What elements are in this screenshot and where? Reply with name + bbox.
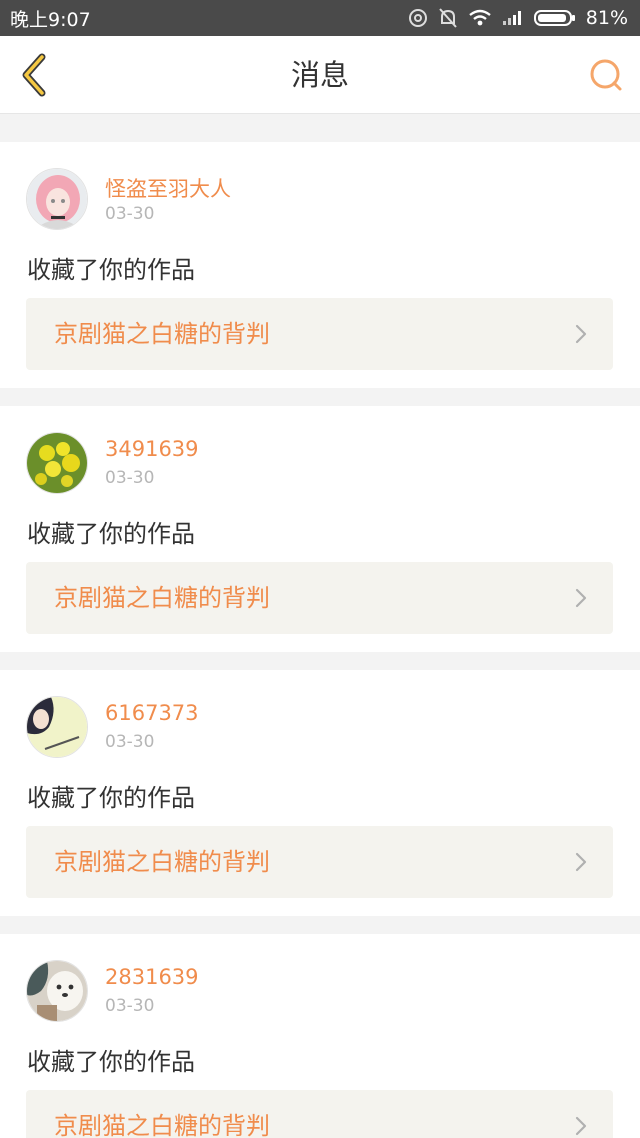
chevron-right-icon	[575, 1116, 587, 1136]
work-title: 京剧猫之白糖的背判	[54, 584, 270, 612]
avatar[interactable]	[26, 168, 88, 230]
chevron-right-icon	[575, 588, 587, 608]
work-title: 京剧猫之白糖的背判	[54, 320, 270, 348]
message-card: 6167373 03-30 收藏了你的作品 京剧猫之白糖的背判	[0, 670, 640, 916]
top-nav-bar: 消息	[0, 36, 640, 114]
wifi-icon	[468, 9, 492, 27]
message-date: 03-30	[105, 732, 155, 752]
work-title: 京剧猫之白糖的背判	[54, 1112, 270, 1138]
action-text: 收藏了你的作品	[27, 256, 195, 284]
work-link[interactable]: 京剧猫之白糖的背判	[26, 298, 613, 370]
action-text: 收藏了你的作品	[27, 1048, 195, 1076]
work-link[interactable]: 京剧猫之白糖的背判	[26, 826, 613, 898]
message-date: 03-30	[105, 204, 155, 224]
message-list: 怪盗至羽大人 03-30 收藏了你的作品 京剧猫之白糖的背判 3491639 0…	[0, 114, 640, 1138]
nfc-icon	[408, 8, 428, 28]
chevron-right-icon	[575, 324, 587, 344]
action-text: 收藏了你的作品	[27, 520, 195, 548]
status-icons: 81%	[408, 7, 628, 29]
mute-icon	[438, 7, 458, 29]
signal-icon	[502, 10, 524, 26]
status-bar: 晚上9:07 81%	[0, 0, 640, 36]
user-name[interactable]: 3491639	[105, 437, 199, 461]
user-name[interactable]: 6167373	[105, 701, 199, 725]
message-date: 03-30	[105, 996, 155, 1016]
battery-icon	[533, 9, 576, 27]
message-card: 3491639 03-30 收藏了你的作品 京剧猫之白糖的背判	[0, 406, 640, 652]
status-time: 晚上9:07	[10, 8, 91, 31]
avatar[interactable]	[26, 960, 88, 1022]
avatar[interactable]	[26, 696, 88, 758]
list-top-gap	[0, 114, 640, 142]
user-name[interactable]: 怪盗至羽大人	[105, 173, 231, 203]
work-title: 京剧猫之白糖的背判	[54, 848, 270, 876]
avatar[interactable]	[26, 432, 88, 494]
chevron-right-icon	[575, 852, 587, 872]
search-button[interactable]	[586, 55, 626, 95]
work-link[interactable]: 京剧猫之白糖的背判	[26, 1090, 613, 1138]
page-title: 消息	[290, 58, 349, 92]
work-link[interactable]: 京剧猫之白糖的背判	[26, 562, 613, 634]
message-card: 2831639 03-30 收藏了你的作品 京剧猫之白糖的背判	[0, 934, 640, 1138]
search-icon	[590, 59, 622, 91]
action-text: 收藏了你的作品	[27, 784, 195, 812]
message-date: 03-30	[105, 468, 155, 488]
battery-percent: 81%	[585, 7, 628, 29]
message-card: 怪盗至羽大人 03-30 收藏了你的作品 京剧猫之白糖的背判	[0, 142, 640, 388]
user-name[interactable]: 2831639	[105, 965, 199, 989]
